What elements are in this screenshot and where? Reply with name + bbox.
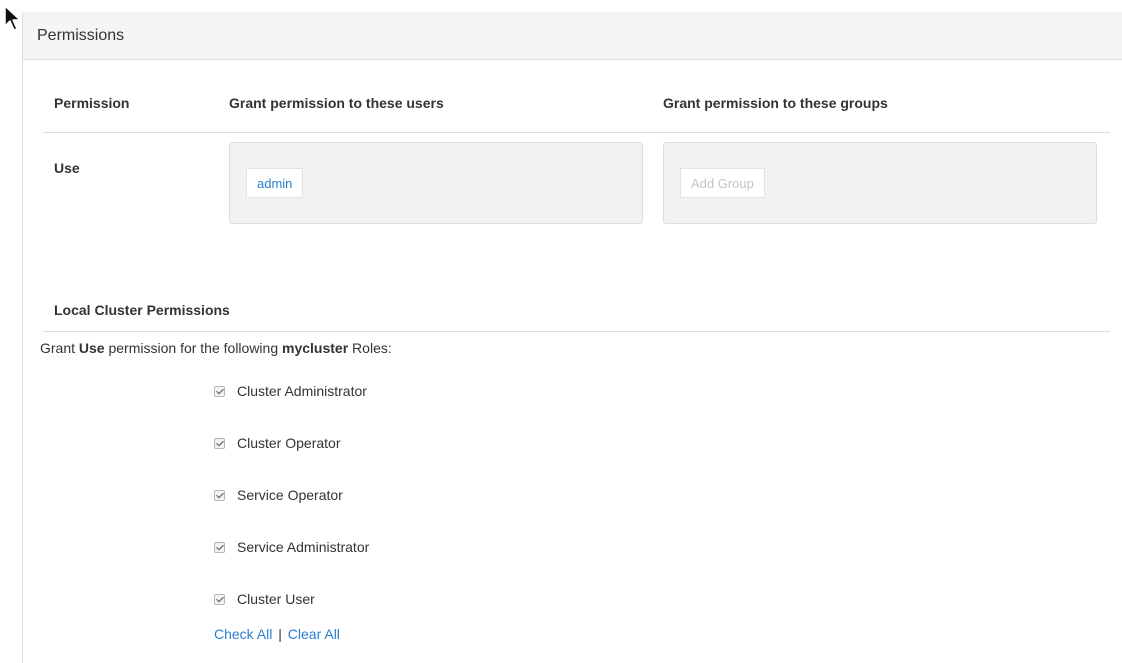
- role-checkbox[interactable]: [214, 437, 225, 449]
- role-service-operator[interactable]: Service Operator: [214, 487, 343, 503]
- section-divider: [43, 331, 1110, 332]
- grant-text-suffix: Roles:: [348, 340, 392, 356]
- column-header-users: Grant permission to these users: [229, 95, 444, 111]
- role-service-administrator[interactable]: Service Administrator: [214, 539, 369, 555]
- check-all-link[interactable]: Check All: [214, 626, 272, 642]
- cluster-name: mycluster: [282, 340, 349, 356]
- local-cluster-permissions-title: Local Cluster Permissions: [54, 302, 230, 318]
- actions-separator: |: [278, 626, 282, 642]
- role-label: Cluster User: [237, 591, 315, 607]
- users-token-input[interactable]: admin: [229, 142, 643, 224]
- permissions-panel: Permissions Permission Grant permission …: [22, 12, 1122, 663]
- bulk-actions: Check All | Clear All: [214, 626, 340, 642]
- panel-header: Permissions: [23, 12, 1122, 60]
- role-cluster-user[interactable]: Cluster User: [214, 591, 315, 607]
- grant-text-prefix: Grant: [40, 340, 79, 356]
- column-header-groups: Grant permission to these groups: [663, 95, 888, 111]
- role-cluster-operator[interactable]: Cluster Operator: [214, 435, 340, 451]
- role-checkbox[interactable]: [214, 385, 225, 397]
- role-label: Service Administrator: [237, 539, 370, 555]
- column-header-permission: Permission: [54, 95, 130, 111]
- grant-text-middle: permission for the following: [104, 340, 283, 356]
- panel-title: Permissions: [37, 26, 125, 44]
- user-chip-admin[interactable]: admin: [246, 168, 304, 198]
- clear-all-link[interactable]: Clear All: [288, 626, 340, 642]
- role-cluster-administrator[interactable]: Cluster Administrator: [214, 383, 367, 399]
- grant-instructions: Grant Use permission for the following m…: [40, 340, 392, 356]
- role-checkbox[interactable]: [214, 541, 225, 553]
- role-label: Cluster Operator: [237, 435, 341, 451]
- grant-permission-name: Use: [78, 340, 105, 356]
- permissions-table-header: Permission Grant permission to these use…: [43, 90, 1110, 133]
- permission-name-use: Use: [54, 160, 80, 176]
- role-label: Cluster Administrator: [237, 383, 367, 399]
- role-label: Service Operator: [237, 487, 343, 503]
- groups-token-input[interactable]: Add Group: [663, 142, 1097, 224]
- role-checkbox[interactable]: [214, 593, 225, 605]
- mouse-pointer-icon: [4, 5, 21, 31]
- add-group-input[interactable]: Add Group: [680, 168, 765, 198]
- role-checkbox[interactable]: [214, 489, 225, 501]
